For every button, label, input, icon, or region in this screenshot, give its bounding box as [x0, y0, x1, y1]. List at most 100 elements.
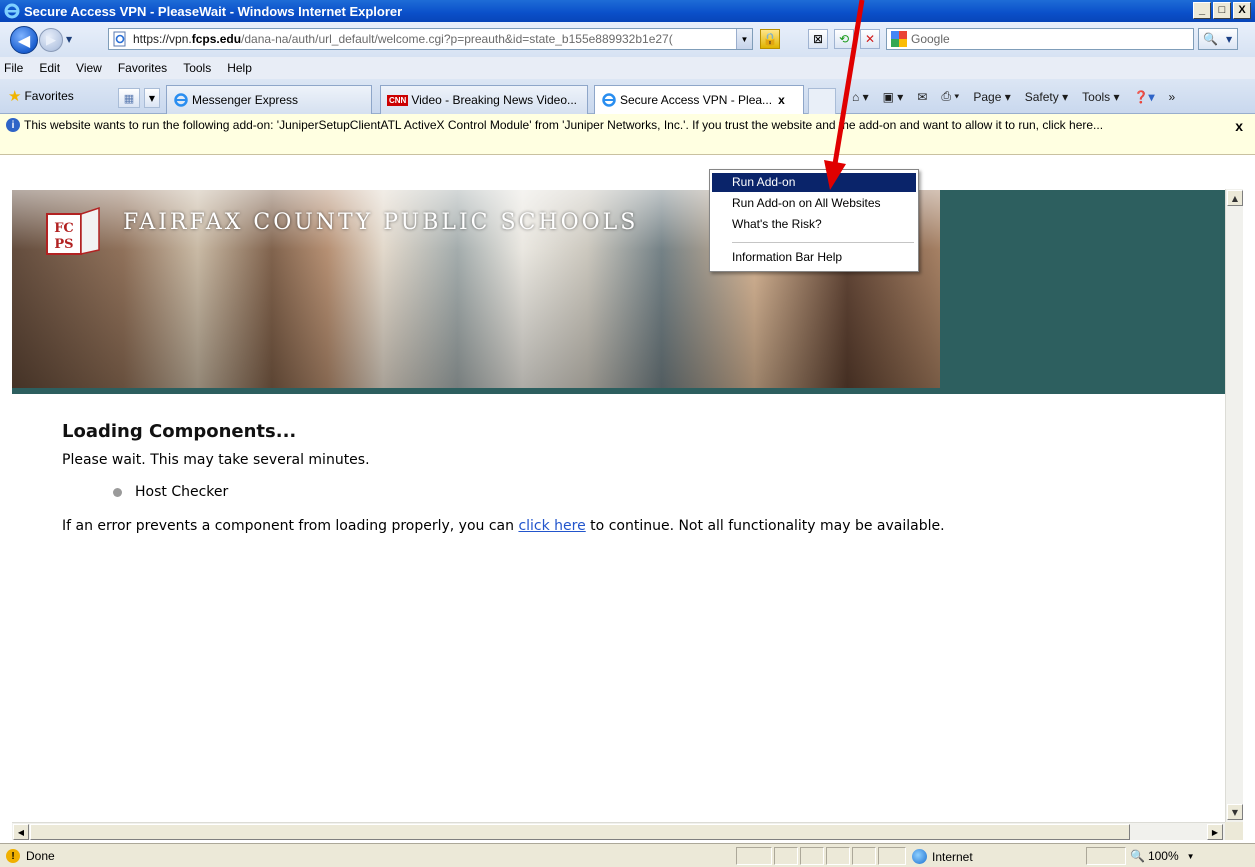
- vertical-scrollbar[interactable]: ▲ ▼: [1225, 189, 1243, 822]
- scroll-down-icon[interactable]: ▼: [1227, 804, 1243, 820]
- scroll-corner: [1225, 822, 1243, 840]
- globe-icon: [912, 849, 927, 864]
- maximize-button[interactable]: □: [1213, 2, 1231, 19]
- close-window-button[interactable]: X: [1233, 2, 1251, 19]
- lock-icon[interactable]: 🔒: [760, 29, 780, 49]
- safety-menu[interactable]: Safety ▾: [1025, 90, 1068, 104]
- close-tab-icon[interactable]: x: [778, 93, 785, 107]
- zoom-level: 100%: [1147, 849, 1179, 863]
- tab-messenger-express[interactable]: Messenger Express: [166, 85, 372, 114]
- scroll-up-icon[interactable]: ▲: [1227, 190, 1243, 206]
- tab-list-dropdown-icon[interactable]: ▼: [144, 88, 160, 108]
- menu-tools[interactable]: Tools: [183, 61, 211, 75]
- info-icon: i: [6, 118, 20, 132]
- window-titlebar: Secure Access VPN - PleaseWait - Windows…: [0, 0, 1255, 22]
- tab-label: Video - Breaking News Video...: [411, 93, 577, 107]
- favorites-button[interactable]: ★ Favorites: [8, 87, 74, 105]
- tab-label: Messenger Express: [192, 93, 299, 107]
- list-item: Host Checker: [113, 484, 228, 500]
- zoom-control[interactable]: 🔍 100% ▼: [1130, 849, 1195, 863]
- print-icon[interactable]: ⎙ ▾: [941, 89, 959, 104]
- back-button[interactable]: ◀: [10, 26, 38, 54]
- click-here-link[interactable]: click here: [518, 518, 585, 534]
- minimize-button[interactable]: _: [1193, 2, 1211, 19]
- status-bar: ! Done Internet 🔍 100% ▼: [0, 843, 1255, 867]
- feeds-icon[interactable]: ▣ ▾: [883, 90, 904, 104]
- ie-logo-icon: [4, 3, 20, 19]
- whats-the-risk-item[interactable]: What's the Risk?: [712, 215, 916, 234]
- quick-tabs-icon[interactable]: ▦: [118, 88, 140, 108]
- tab-label: Secure Access VPN - Plea...: [620, 93, 773, 107]
- banner-strip: [12, 388, 1225, 394]
- overflow-chevron-icon[interactable]: »: [1168, 90, 1175, 104]
- tools-menu[interactable]: Tools ▾: [1082, 90, 1119, 104]
- new-tab-button[interactable]: [808, 88, 836, 114]
- error-prefix: If an error prevents a component from lo…: [62, 518, 519, 534]
- error-suffix: to continue. Not all functionality may b…: [585, 518, 945, 534]
- horizontal-scrollbar[interactable]: ◀ ▶: [12, 822, 1225, 840]
- scroll-left-icon[interactable]: ◀: [13, 824, 29, 840]
- window-controls: _ □ X: [1193, 2, 1251, 19]
- forward-button[interactable]: ▶: [39, 28, 63, 52]
- status-segment: [826, 847, 850, 865]
- page-title: Loading Components...: [62, 421, 297, 442]
- address-dropdown-icon[interactable]: ▼: [736, 29, 752, 49]
- error-message: If an error prevents a component from lo…: [62, 518, 945, 534]
- search-placeholder: Google: [911, 32, 950, 46]
- logo-text-bottom: PS: [54, 237, 73, 252]
- zoom-icon: 🔍: [1130, 849, 1145, 863]
- stop-icon[interactable]: ✕: [860, 29, 880, 49]
- wait-message: Please wait. This may take several minut…: [62, 452, 370, 468]
- ie-icon: [602, 93, 616, 107]
- status-segment: [852, 847, 876, 865]
- search-button[interactable]: 🔍 ▼: [1198, 28, 1238, 50]
- information-bar[interactable]: i This website wants to run the followin…: [0, 114, 1255, 155]
- search-input[interactable]: Google: [886, 28, 1194, 50]
- menu-edit[interactable]: Edit: [39, 61, 60, 75]
- address-bar[interactable]: https://vpn. fcps.edu/dana-na/auth/url_de…: [108, 28, 753, 50]
- refresh-icon[interactable]: ⟲: [834, 29, 854, 49]
- information-bar-message[interactable]: This website wants to run the following …: [24, 117, 1184, 133]
- cnn-icon: CNN: [387, 94, 409, 106]
- status-text: Done: [26, 849, 55, 863]
- menu-separator: [732, 242, 914, 243]
- run-add-on-item[interactable]: Run Add-on: [712, 173, 916, 192]
- window-title: Secure Access VPN - PleaseWait - Windows…: [24, 3, 403, 19]
- menu-help[interactable]: Help: [227, 61, 252, 75]
- information-bar-close-icon[interactable]: x: [1235, 118, 1243, 134]
- menu-view[interactable]: View: [76, 61, 102, 75]
- history-dropdown-icon[interactable]: ▼: [66, 35, 72, 44]
- status-segment: [736, 847, 772, 865]
- star-icon: ★: [8, 88, 22, 105]
- status-segment: [800, 847, 824, 865]
- url-domain: fcps.edu: [191, 32, 242, 46]
- horizontal-scroll-thumb[interactable]: [30, 824, 1130, 840]
- zoom-dropdown-icon[interactable]: ▼: [1187, 852, 1195, 861]
- menu-favorites[interactable]: Favorites: [118, 61, 167, 75]
- mail-icon[interactable]: ✉: [917, 90, 927, 104]
- logo-text-top: FC: [54, 221, 74, 236]
- search-dropdown-icon[interactable]: ▼: [1226, 35, 1232, 44]
- google-icon: [891, 31, 907, 47]
- information-bar-menu: Run Add-on Run Add-on on All Websites Wh…: [709, 169, 919, 272]
- help-icon[interactable]: ❓▾: [1134, 90, 1155, 104]
- protected-mode-segment[interactable]: [1086, 847, 1126, 865]
- warning-icon: !: [6, 849, 20, 863]
- fcps-logo: FC PS: [46, 206, 100, 255]
- security-zone[interactable]: Internet: [912, 849, 973, 864]
- url-prefix: https://vpn.: [133, 32, 192, 46]
- scroll-right-icon[interactable]: ▶: [1207, 824, 1223, 840]
- tab-cnn-video[interactable]: CNN Video - Breaking News Video...: [380, 85, 588, 114]
- tab-secure-access-vpn[interactable]: Secure Access VPN - Plea... x: [594, 85, 804, 114]
- home-icon[interactable]: ⌂ ▾: [852, 90, 869, 104]
- page-menu[interactable]: Page ▾: [973, 90, 1010, 104]
- page-icon: [113, 31, 126, 47]
- favorites-label: Favorites: [24, 89, 74, 103]
- search-icon: 🔍: [1203, 32, 1218, 46]
- menu-bar: File Edit View Favorites Tools Help: [0, 57, 1255, 79]
- ie-icon: [174, 93, 188, 107]
- menu-file[interactable]: File: [4, 61, 23, 75]
- information-bar-help-item[interactable]: Information Bar Help: [712, 248, 916, 267]
- run-add-on-all-websites-item[interactable]: Run Add-on on All Websites: [712, 194, 916, 213]
- compatibility-view-icon[interactable]: ⊠: [808, 29, 828, 49]
